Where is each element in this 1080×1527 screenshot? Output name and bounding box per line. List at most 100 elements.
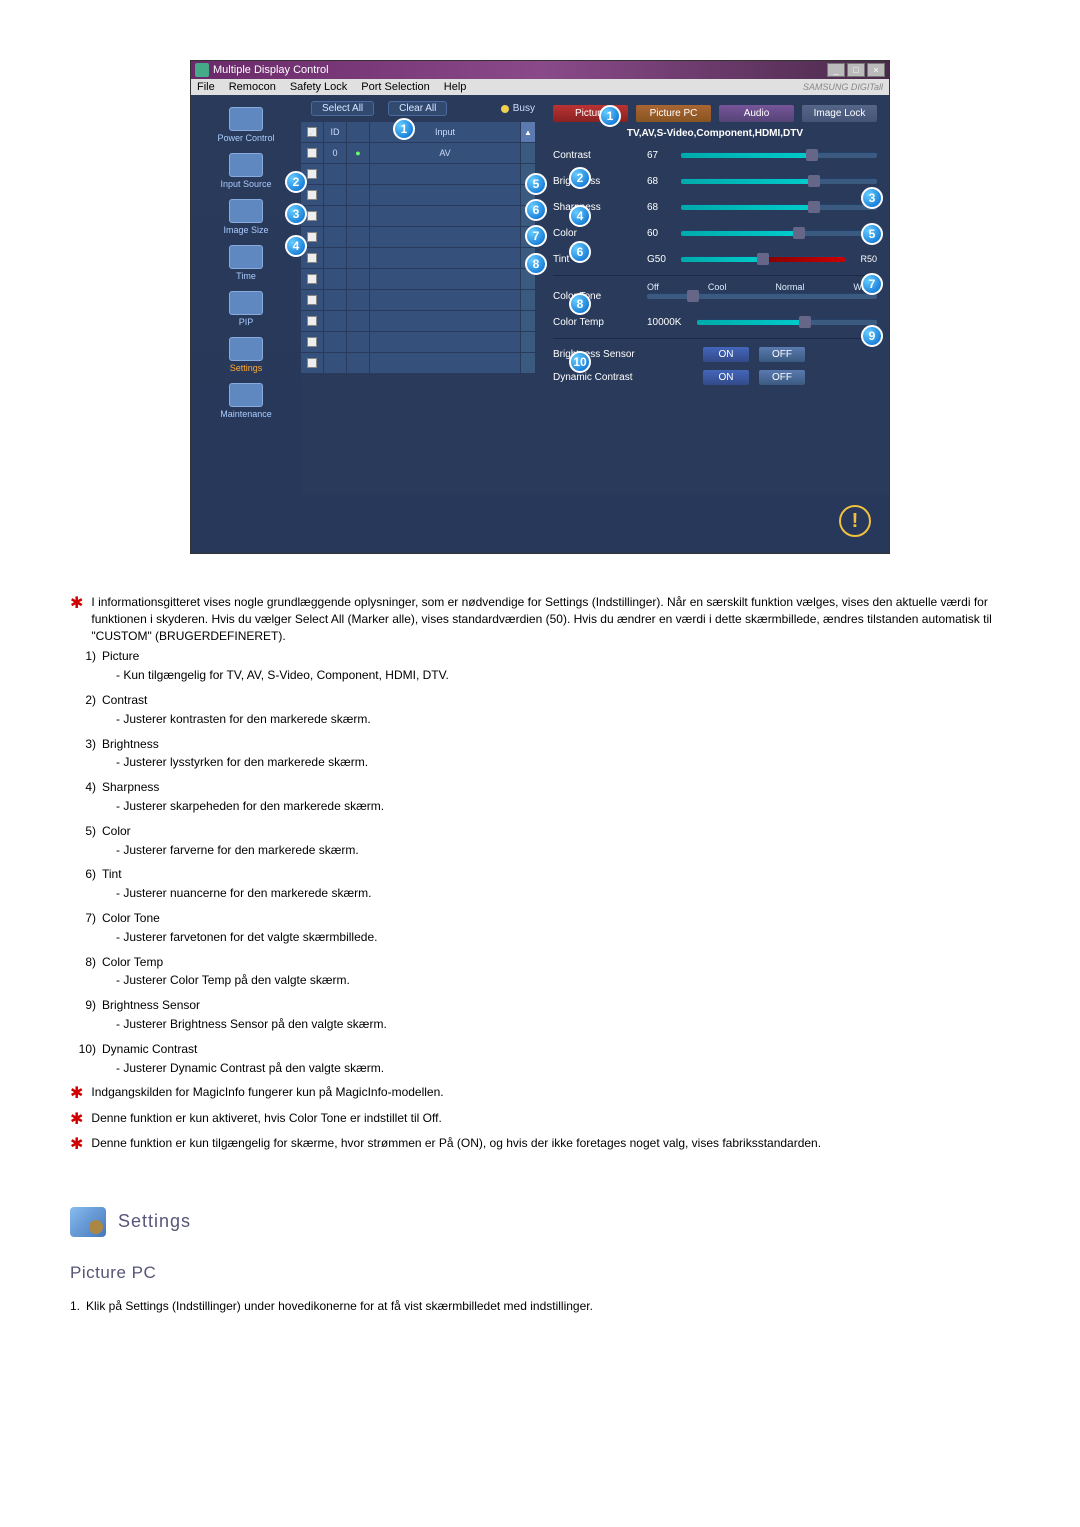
busy-label: Busy: [513, 103, 535, 114]
list-num: 10): [70, 1041, 96, 1058]
color-tone-slider[interactable]: Off Cool Normal Warm: [647, 293, 877, 299]
sidebar-maintenance[interactable]: Maintenance: [195, 381, 297, 421]
star-icon: ✱: [70, 593, 83, 644]
tab-picture-pc[interactable]: Picture PC: [636, 105, 711, 122]
callout-9-right: 9: [861, 325, 883, 347]
list-desc: - Justerer lysstyrken for den markerede …: [70, 754, 1010, 771]
grid-row[interactable]: 0 ● AV: [301, 143, 535, 163]
titlebar: Multiple Display Control _ □ ×: [191, 61, 889, 79]
grid-row: [301, 164, 535, 184]
list-num: 3): [70, 736, 96, 753]
sharpness-value: 68: [647, 202, 675, 213]
sidebar-image-size[interactable]: Image Size: [195, 197, 297, 237]
contrast-value: 67: [647, 150, 675, 161]
brightness-slider[interactable]: [681, 178, 877, 184]
sidebar: Power Control Input Source Image Size Ti…: [191, 95, 301, 495]
color-slider[interactable]: [681, 230, 877, 236]
list-title: Color Tone: [102, 910, 160, 927]
scrollbar-track[interactable]: [521, 143, 535, 163]
row-checkbox[interactable]: [301, 143, 323, 163]
maximize-button[interactable]: □: [847, 63, 865, 77]
callout-6-right: 6: [569, 241, 591, 263]
note-text: I informationsgitteret vises nogle grund…: [91, 594, 1010, 644]
row-input: AV: [370, 143, 520, 163]
sidebar-settings[interactable]: Settings: [195, 335, 297, 375]
sidebar-pip[interactable]: PIP: [195, 289, 297, 329]
step-num: 1.: [70, 1298, 80, 1315]
sidebar-input-source[interactable]: Input Source: [195, 151, 297, 191]
sidebar-label: PIP: [239, 317, 254, 327]
color-temp-row: Color Temp 10000K: [553, 312, 877, 332]
star-icon: ✱: [70, 1134, 83, 1156]
tint-slider[interactable]: [681, 256, 845, 262]
dynamic-contrast-label: Dynamic Contrast: [553, 372, 693, 383]
tab-audio[interactable]: Audio: [719, 105, 794, 122]
note-2: ✱Denne funktion er kun aktiveret, hvis C…: [70, 1110, 1010, 1131]
sidebar-time[interactable]: Time: [195, 243, 297, 283]
tint-label: Tint: [553, 254, 641, 265]
note-text: Denne funktion er kun aktiveret, hvis Co…: [91, 1110, 441, 1131]
header-checkbox-col: ✓: [301, 122, 323, 142]
menu-file[interactable]: File: [197, 81, 215, 93]
checkbox-icon: [307, 148, 317, 158]
callout-10-right: 10: [569, 351, 591, 373]
clear-all-button[interactable]: Clear All: [388, 101, 447, 116]
window-title: Multiple Display Control: [213, 64, 329, 76]
grid-row: [301, 353, 535, 373]
callout-8-mid: 8: [525, 253, 547, 275]
list-desc: - Justerer nuancerne for den markerede s…: [70, 885, 1010, 902]
tone-normal: Normal: [775, 282, 804, 292]
picture-pc-heading: Picture PC: [70, 1261, 1010, 1285]
callout-4-sidebar: 4: [285, 235, 307, 257]
sidebar-power-control[interactable]: Power Control: [195, 105, 297, 145]
menubar: File Remocon Safety Lock Port Selection …: [191, 79, 889, 95]
select-all-button[interactable]: Select All: [311, 101, 374, 116]
list-title: Tint: [102, 866, 122, 883]
menu-port-selection[interactable]: Port Selection: [361, 81, 429, 93]
list-desc: - Justerer farverne for den markerede sk…: [70, 842, 1010, 859]
list-num: 6): [70, 866, 96, 883]
color-tone-label: Color Tone: [553, 291, 641, 302]
close-button[interactable]: ×: [867, 63, 885, 77]
menu-help[interactable]: Help: [444, 81, 467, 93]
menu-safety-lock[interactable]: Safety Lock: [290, 81, 347, 93]
brightness-sensor-row: Brightness Sensor ON OFF: [553, 347, 877, 362]
list-num: 8): [70, 954, 96, 971]
sharpness-slider[interactable]: [681, 204, 877, 210]
callout-7-right: 7: [861, 273, 883, 295]
color-temp-slider[interactable]: [697, 319, 877, 325]
grid-row: [301, 311, 535, 331]
list-num: 2): [70, 692, 96, 709]
sharpness-row: Sharpness 68: [553, 197, 877, 217]
list-title: Sharpness: [102, 779, 159, 796]
dynamic-contrast-on-button[interactable]: ON: [703, 370, 749, 385]
brightness-sensor-off-button[interactable]: OFF: [759, 347, 805, 362]
color-temp-value: 10000K: [647, 317, 691, 328]
app-icon: [195, 63, 209, 77]
brightness-sensor-on-button[interactable]: ON: [703, 347, 749, 362]
pip-icon: [229, 291, 263, 315]
grid-row: [301, 248, 535, 268]
menu-remocon[interactable]: Remocon: [229, 81, 276, 93]
note-text: Denne funktion er kun tilgængelig for sk…: [91, 1135, 821, 1156]
header-status-col: [347, 122, 369, 142]
minimize-button[interactable]: _: [827, 63, 845, 77]
list-title: Contrast: [102, 692, 147, 709]
contrast-slider[interactable]: [681, 152, 877, 158]
grid-row: [301, 269, 535, 289]
tab-image-lock[interactable]: Image Lock: [802, 105, 877, 122]
scrollbar-up-icon[interactable]: ▲: [521, 122, 535, 142]
callout-3-right: 3: [861, 187, 883, 209]
power-icon: [229, 107, 263, 131]
sidebar-label: Time: [236, 271, 256, 281]
list-title: Color: [102, 823, 131, 840]
color-row: Color 60: [553, 223, 877, 243]
mode-line: TV,AV,S-Video,Component,HDMI,DTV: [553, 128, 877, 139]
list-title: Brightness Sensor: [102, 997, 200, 1014]
list-title: Picture: [102, 648, 139, 665]
checkbox-icon: ✓: [307, 127, 317, 137]
dynamic-contrast-off-button[interactable]: OFF: [759, 370, 805, 385]
power-footer-icon[interactable]: !: [839, 505, 871, 537]
grid-row: [301, 206, 535, 226]
list-num: 5): [70, 823, 96, 840]
